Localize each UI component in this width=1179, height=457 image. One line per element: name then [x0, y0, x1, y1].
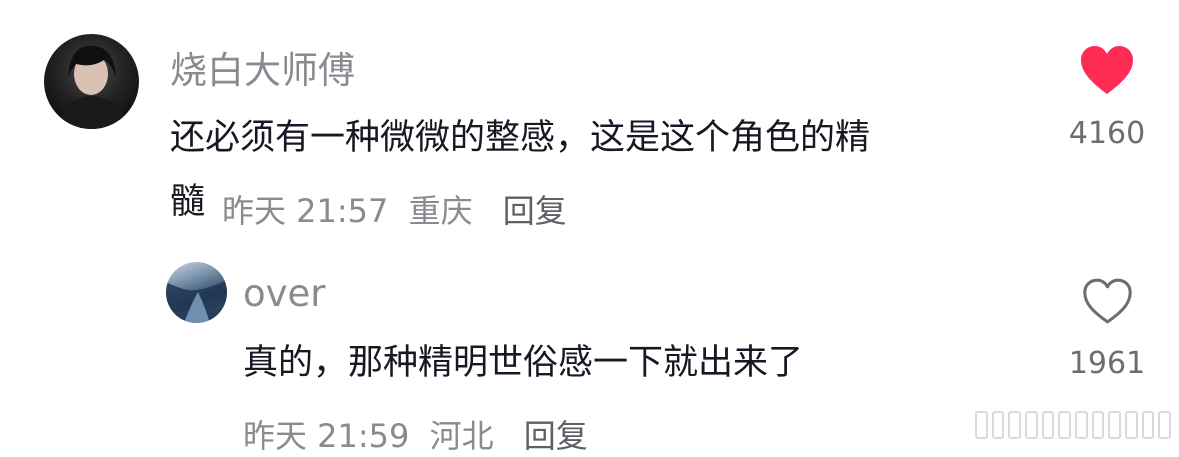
comment-text-line: 还必须有一种微微的整感，这是这个角色的精 — [170, 118, 871, 158]
comment-text: 真的，那种精明世俗感一下就出来了 — [243, 343, 804, 383]
comment-time: 昨天 21:59 — [243, 417, 410, 455]
like-count: 1961 — [1068, 346, 1146, 381]
comment-author-name[interactable]: 烧白大师傅 — [170, 40, 355, 94]
comment-location: 重庆 — [408, 192, 473, 230]
comment-meta: 昨天 21:59 河北 回复 — [243, 411, 598, 457]
heart-filled-icon[interactable] — [1079, 44, 1135, 96]
avatar[interactable] — [44, 34, 139, 129]
watermark — [975, 410, 1172, 440]
reply-button[interactable]: 回复 — [524, 417, 588, 455]
avatar[interactable] — [166, 262, 227, 323]
comment-location: 河北 — [429, 417, 494, 455]
comment-time: 昨天 21:57 — [222, 192, 389, 230]
comment-meta: 昨天 21:57 重庆 回复 — [222, 186, 577, 232]
like-count: 4160 — [1068, 116, 1146, 151]
avatar-portrait — [56, 45, 128, 129]
comment-author-name[interactable]: over — [243, 272, 326, 315]
reply-button[interactable]: 回复 — [503, 192, 567, 230]
avatar-landscape — [166, 280, 227, 323]
heart-outline-icon[interactable] — [1081, 276, 1134, 326]
